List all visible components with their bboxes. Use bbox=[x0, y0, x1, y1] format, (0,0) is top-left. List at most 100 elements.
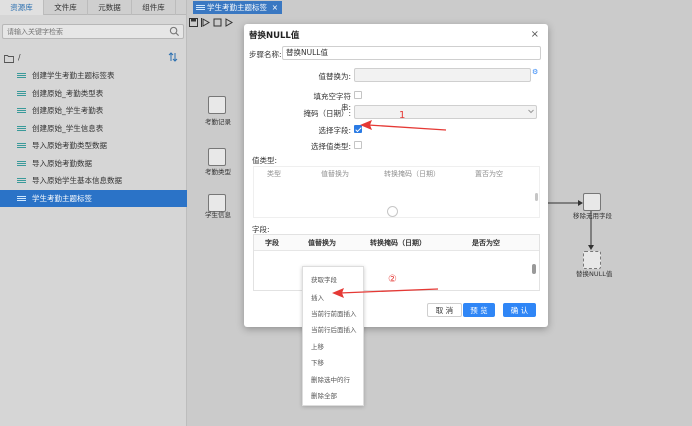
tree-item[interactable]: 创建学生考勤主题标签表 bbox=[0, 67, 187, 85]
tree-item-label: 导入原始考勤类型数据 bbox=[32, 141, 107, 150]
tree-item[interactable]: 导入原始学生基本信息数据 bbox=[0, 172, 187, 190]
node-label: 替换NULL值 bbox=[576, 270, 613, 278]
fill-empty-checkbox[interactable] bbox=[354, 91, 362, 99]
close-icon[interactable]: × bbox=[531, 29, 539, 40]
left-panel: 资源库 文件库 元数据 组件库 / 创建学生考勤主题标签表 创建原始_考勤类型表… bbox=[0, 0, 187, 426]
tree-item-label: 学生考勤主题标签 bbox=[32, 193, 92, 203]
annotation-label: ② bbox=[388, 274, 397, 285]
save-icon[interactable] bbox=[189, 18, 198, 27]
search-box bbox=[2, 24, 184, 39]
mask-label: 掩码（日期）: bbox=[303, 109, 351, 118]
menu-item-insert[interactable]: 插入 bbox=[311, 292, 324, 302]
stop-icon[interactable] bbox=[213, 18, 222, 27]
tab-files[interactable]: 文件库 bbox=[44, 0, 88, 15]
tree-item-label: 创建原始_学生信息表 bbox=[32, 123, 104, 133]
tab-components[interactable]: 组件库 bbox=[132, 0, 176, 15]
tree-item-label: 创建原始_学生考勤表 bbox=[32, 106, 104, 115]
step-name-input[interactable]: 替换NULL值 bbox=[282, 46, 541, 60]
tree-sort-icon[interactable] bbox=[168, 52, 178, 62]
menu-item-insert-before[interactable]: 当前行前面插入 bbox=[311, 308, 357, 318]
transform-icon bbox=[17, 73, 26, 79]
tree-root[interactable]: / bbox=[4, 52, 21, 64]
menu-item-get-fields[interactable]: 获取字段 bbox=[311, 274, 337, 284]
close-icon[interactable]: × bbox=[272, 1, 278, 14]
menu-item-delete-selected[interactable]: 删除选中的行 bbox=[311, 374, 350, 384]
value-types-table: 类型 值替换为 转换掩码（日期） 置否为空 bbox=[253, 166, 540, 218]
transform-icon bbox=[17, 178, 26, 184]
canvas-toolbar bbox=[189, 16, 234, 29]
column-header: 转换掩码（日期） bbox=[370, 238, 426, 247]
menu-item-insert-after[interactable]: 当前行后面插入 bbox=[311, 324, 357, 334]
tab-metadata[interactable]: 元数据 bbox=[88, 0, 132, 15]
folder-icon bbox=[4, 54, 14, 63]
node-tihuan-null[interactable] bbox=[583, 251, 601, 269]
settings-icon[interactable]: ⚙ bbox=[532, 68, 538, 76]
confirm-button[interactable]: 确 认 bbox=[503, 303, 536, 317]
column-header: 值替换为 bbox=[308, 238, 336, 247]
tab-resource[interactable]: 资源库 bbox=[0, 0, 44, 15]
flow-arrow bbox=[588, 211, 594, 250]
mask-select[interactable] bbox=[354, 105, 537, 119]
replace-with-label: 值替换为: bbox=[318, 72, 351, 81]
tree-item-label: 创建原始_考勤类型表 bbox=[32, 88, 104, 98]
menu-item-move-down[interactable]: 下移 bbox=[311, 357, 324, 367]
transform-icon bbox=[196, 5, 205, 10]
node-kaoqin-leixing[interactable] bbox=[208, 148, 226, 166]
step-name-label: 步骤名称: bbox=[249, 50, 282, 59]
loading-icon bbox=[387, 206, 398, 217]
node-kaoqin-jilu[interactable] bbox=[208, 96, 226, 114]
scrollbar[interactable] bbox=[535, 193, 538, 201]
document-tab[interactable]: 学生考勤主题标签 × bbox=[193, 1, 282, 14]
transform-icon bbox=[17, 108, 26, 114]
node-yichu-ziduan[interactable] bbox=[583, 193, 601, 211]
tree-item-label: 创建学生考勤主题标签表 bbox=[32, 71, 115, 80]
select-value-types-label: 选择值类型: bbox=[310, 142, 351, 151]
table-header: 类型 值替换为 转换掩码（日期） 置否为空 bbox=[254, 167, 539, 180]
column-header: 置否为空 bbox=[475, 169, 503, 178]
search-input[interactable] bbox=[3, 25, 168, 38]
flow-arrow bbox=[548, 200, 583, 206]
table-header: 字段 值替换为 转换掩码（日期） 是否为空 bbox=[254, 235, 539, 251]
node-label: 学生信息 bbox=[205, 211, 231, 219]
select-fields-label: 选择字段: bbox=[318, 126, 351, 135]
transform-icon bbox=[17, 90, 26, 96]
document-tab-label: 学生考勤主题标签 bbox=[207, 3, 267, 12]
transform-icon bbox=[17, 143, 26, 149]
debug-icon[interactable] bbox=[225, 18, 234, 27]
tree-item[interactable]: 创建原始_学生信息表 bbox=[0, 120, 187, 138]
select-value-types-checkbox[interactable] bbox=[354, 141, 362, 149]
annotation-label: 1 bbox=[399, 110, 406, 121]
left-tabs: 资源库 文件库 元数据 组件库 bbox=[0, 0, 186, 15]
dialog-title: 替换NULL值 bbox=[249, 31, 300, 41]
tree-item-label: 导入原始学生基本信息数据 bbox=[32, 176, 122, 185]
menu-item-delete-all[interactable]: 删除全部 bbox=[311, 390, 337, 400]
cancel-button[interactable]: 取 消 bbox=[427, 303, 462, 317]
column-header: 类型 bbox=[267, 169, 281, 178]
scrollbar[interactable] bbox=[532, 264, 536, 274]
column-header: 转换掩码（日期） bbox=[384, 169, 440, 178]
tree-item[interactable]: 创建原始_学生考勤表 bbox=[0, 102, 187, 120]
tree-item[interactable]: 导入原始考勤数据 bbox=[0, 155, 187, 173]
tree-list: 创建学生考勤主题标签表 创建原始_考勤类型表 创建原始_学生考勤表 创建原始_学… bbox=[0, 67, 187, 207]
annotation-arrow bbox=[332, 288, 439, 298]
transform-icon bbox=[17, 125, 26, 131]
node-label: 考勤记录 bbox=[205, 118, 231, 126]
node-label: 考勤类型 bbox=[205, 168, 231, 176]
column-header: 是否为空 bbox=[472, 238, 500, 247]
preview-button[interactable]: 预 览 bbox=[463, 303, 495, 317]
tree-item[interactable]: 导入原始考勤类型数据 bbox=[0, 137, 187, 155]
tree-item[interactable]: 创建原始_考勤类型表 bbox=[0, 85, 187, 103]
column-header: 值替换为 bbox=[321, 169, 349, 178]
run-icon[interactable] bbox=[201, 18, 210, 27]
tree-root-label: / bbox=[18, 53, 21, 62]
replace-with-input[interactable] bbox=[354, 68, 531, 82]
transform-icon bbox=[17, 160, 26, 166]
column-header: 字段 bbox=[265, 238, 279, 247]
value-types-section-label: 值类型: bbox=[252, 156, 278, 165]
tree-item-label: 导入原始考勤数据 bbox=[32, 158, 92, 168]
tree-item-selected[interactable]: 学生考勤主题标签 bbox=[0, 189, 187, 207]
transform-icon bbox=[17, 195, 26, 201]
chevron-down-icon bbox=[528, 109, 534, 114]
menu-item-move-up[interactable]: 上移 bbox=[311, 341, 324, 351]
search-icon[interactable] bbox=[169, 26, 180, 37]
